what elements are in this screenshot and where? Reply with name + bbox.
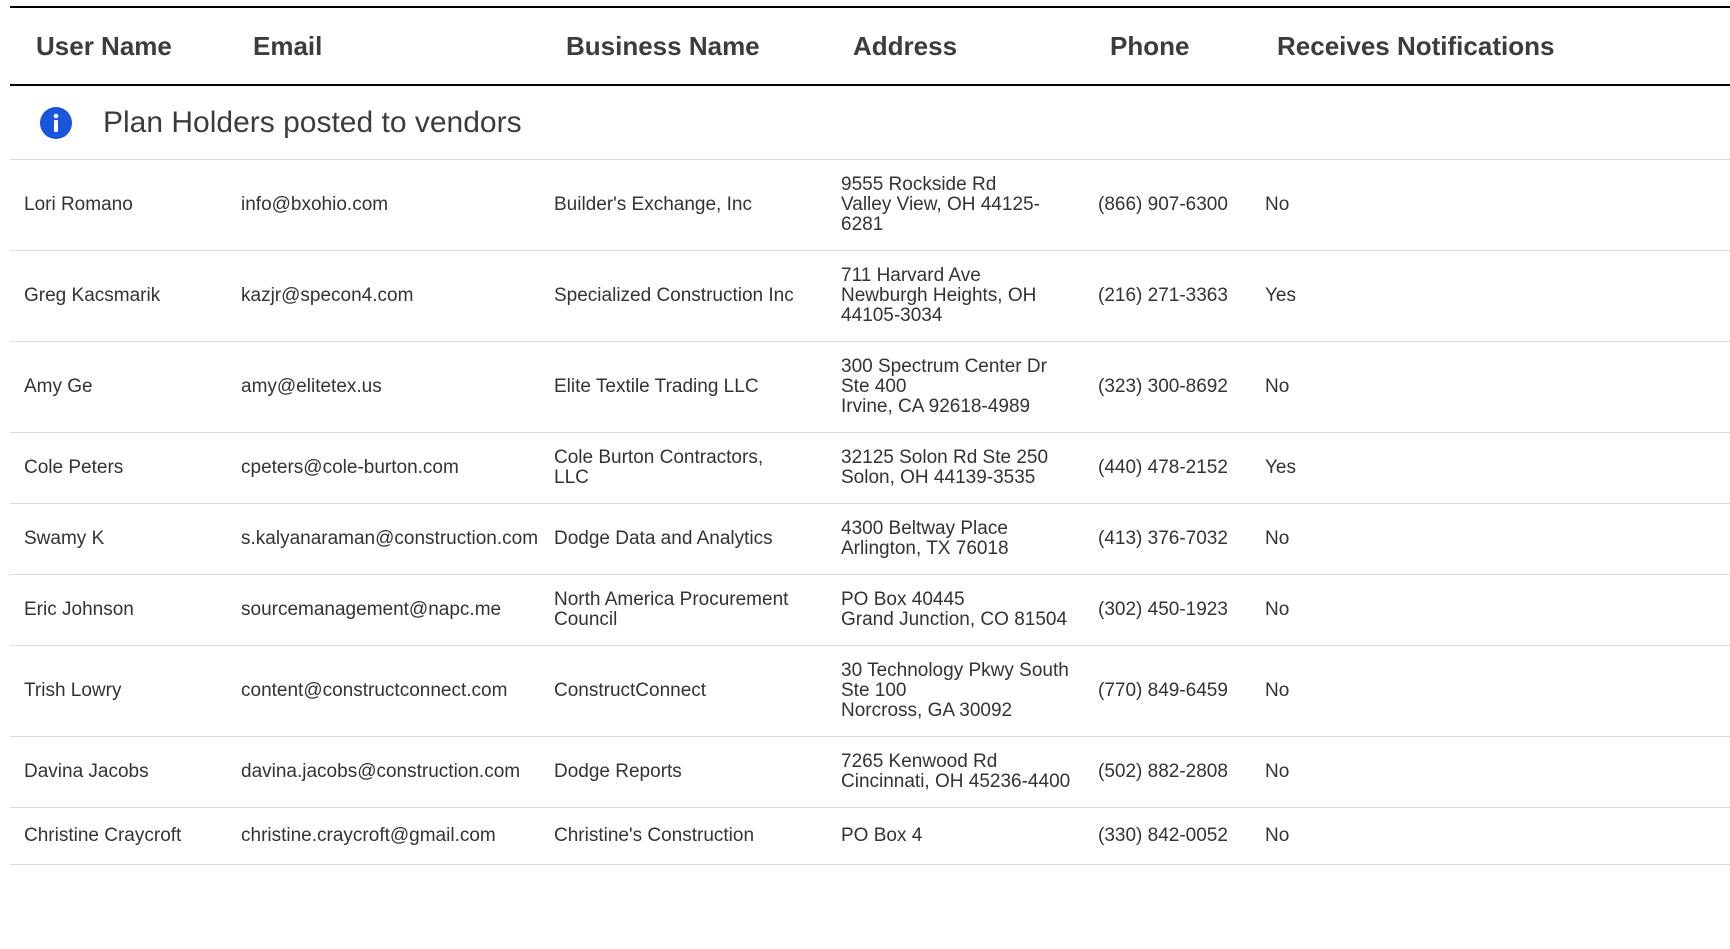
info-icon: [40, 106, 72, 139]
address-line: 6281: [841, 214, 884, 235]
cell-email: info@bxohio.com: [227, 159, 540, 251]
cell-address: PO Box 40445 Grand Junction, CO 81504: [827, 574, 1084, 646]
address-line: Newburgh Heights, OH: [841, 285, 1037, 306]
cell-receives-notifications: No: [1251, 645, 1730, 737]
cell-phone: (866) 907-6300: [1084, 159, 1251, 251]
table-row: Lori Romano info@bxohio.com Builder's Exch…: [10, 159, 1730, 251]
table-header: User Name Email Business Name Address Ph…: [10, 8, 1730, 86]
address-line: Irvine, CA 92618-4989: [841, 396, 1031, 417]
cell-phone: (323) 300-8692: [1084, 341, 1251, 433]
cell-phone: (302) 450-1923: [1084, 574, 1251, 646]
address-line: Ste 400: [841, 376, 907, 397]
cell-phone: (216) 271-3363: [1084, 250, 1251, 342]
cell-receives-notifications: Yes: [1251, 432, 1730, 504]
cell-email: cpeters@cole-burton.com: [227, 432, 540, 504]
cell-phone: (502) 882-2808: [1084, 736, 1251, 808]
cell-email: amy@elitetex.us: [227, 341, 540, 433]
address-line: PO Box 40445: [841, 589, 965, 610]
cell-receives-notifications: No: [1251, 341, 1730, 433]
cell-address: 4300 Beltway Place Arlington, TX 76018: [827, 503, 1084, 575]
cell-user-name: Cole Peters: [10, 432, 227, 504]
cell-address: PO Box 4: [827, 807, 1084, 865]
cell-email: davina.jacobs@construction.com: [227, 736, 540, 808]
cell-user-name: Swamy K: [10, 503, 227, 575]
address-line: 44105-3034: [841, 305, 943, 326]
column-header-address[interactable]: Address: [827, 8, 1084, 86]
table-row: Davina Jacobs davina.jacobs@construction.…: [10, 736, 1730, 808]
cell-email: kazjr@specon4.com: [227, 250, 540, 342]
cell-user-name: Greg Kacsmarik: [10, 250, 227, 342]
address-line: Valley View, OH 44125-: [841, 194, 1040, 215]
address-line: 9555 Rockside Rd: [841, 174, 997, 195]
cell-address: 711 Harvard Ave Newburgh Heights, OH 44105…: [827, 250, 1084, 342]
address-line: 711 Harvard Ave: [841, 265, 981, 286]
address-line: 300 Spectrum Center Dr: [841, 356, 1047, 377]
cell-business-name: Dodge Data and Analytics: [540, 503, 827, 575]
cell-business-name: Christine's Construction: [540, 807, 827, 865]
cell-address: 30 Technology Pkwy South Ste 100 Norcross,…: [827, 645, 1084, 737]
column-header-business-name[interactable]: Business Name: [540, 8, 827, 86]
cell-user-name: Davina Jacobs: [10, 736, 227, 808]
cell-phone: (330) 842-0052: [1084, 807, 1251, 865]
cell-receives-notifications: No: [1251, 503, 1730, 575]
cell-receives-notifications: Yes: [1251, 250, 1730, 342]
cell-receives-notifications: No: [1251, 736, 1730, 808]
column-header-email[interactable]: Email: [227, 8, 540, 86]
cell-email: christine.craycroft@gmail.com: [227, 807, 540, 865]
address-line: Cincinnati, OH 45236-4400: [841, 771, 1071, 792]
cell-business-name: Specialized Construction Inc: [540, 250, 827, 342]
table-row: Christine Craycroft christine.craycroft@g…: [10, 807, 1730, 865]
cell-business-name: Cole Burton Contractors, LLC: [540, 432, 827, 504]
table-row: Eric Johnson sourcemanagement@napc.me Nort…: [10, 574, 1730, 646]
plan-holders-table: User Name Email Business Name Address Ph…: [10, 8, 1730, 865]
address-line: 32125 Solon Rd Ste 250: [841, 447, 1049, 468]
section-label: Plan Holders posted to vendors: [103, 105, 522, 139]
table-row: Cole Peters cpeters@cole-burton.com Cole B…: [10, 432, 1730, 504]
cell-phone: (440) 478-2152: [1084, 432, 1251, 504]
cell-user-name: Lori Romano: [10, 159, 227, 251]
cell-address: 300 Spectrum Center Dr Ste 400 Irvine, CA …: [827, 341, 1084, 433]
cell-user-name: Christine Craycroft: [10, 807, 227, 865]
table-row: Swamy Ks.kalyanaraman@construction.com Do…: [10, 503, 1730, 575]
section-header: Plan Holders posted to vendors: [10, 86, 1730, 159]
address-line: 7265 Kenwood Rd: [841, 751, 998, 772]
cell-phone: (413) 376-7032: [1084, 503, 1251, 575]
cell-address: 32125 Solon Rd Ste 250 Solon, OH 44139-35…: [827, 432, 1084, 504]
cell-email: content@constructconnect.com: [227, 645, 540, 737]
table-row: Trish Lowry content@constructconnect.com C…: [10, 645, 1730, 737]
address-line: Solon, OH 44139-3535: [841, 467, 1036, 488]
address-line: PO Box 4: [841, 825, 923, 846]
cell-business-name: Elite Textile Trading LLC: [540, 341, 827, 433]
cell-user-name: Amy Ge: [10, 341, 227, 433]
table-row: Greg Kacsmarik kazjr@specon4.com Specializ…: [10, 250, 1730, 342]
cell-business-name: Dodge Reports: [540, 736, 827, 808]
cell-business-name: ConstructConnect: [540, 645, 827, 737]
cell-email: s.kalyanaraman@construction.com: [227, 503, 540, 575]
column-header-receives-notifications[interactable]: Receives Notifications: [1251, 8, 1730, 86]
column-header-user-name[interactable]: User Name: [10, 8, 227, 86]
address-line: 30 Technology Pkwy South: [841, 660, 1069, 681]
column-header-phone[interactable]: Phone: [1084, 8, 1251, 86]
address-line: 4300 Beltway Place: [841, 518, 1008, 539]
table-body: Plan Holders posted to vendors Lori Roma…: [10, 85, 1730, 865]
cell-phone: (770) 849-6459: [1084, 645, 1251, 737]
address-line: Ste 100: [841, 680, 907, 701]
address-line: Arlington, TX 76018: [841, 538, 1009, 559]
cell-email: sourcemanagement@napc.me: [227, 574, 540, 646]
cell-receives-notifications: No: [1251, 574, 1730, 646]
cell-business-name: North America Procurement Council: [540, 574, 827, 646]
cell-business-name: Builder's Exchange, Inc: [540, 159, 827, 251]
cell-address: 9555 Rockside Rd Valley View, OH 44125- 62…: [827, 159, 1084, 251]
cell-address: 7265 Kenwood Rd Cincinnati, OH 45236-4400: [827, 736, 1084, 808]
cell-receives-notifications: No: [1251, 807, 1730, 865]
address-line: Norcross, GA 30092: [841, 700, 1013, 721]
section-header-row: Plan Holders posted to vendors: [10, 85, 1730, 160]
plan-holders-page: User Name Email Business Name Address Ph…: [0, 0, 1730, 949]
address-line: Grand Junction, CO 81504: [841, 609, 1068, 630]
cell-user-name: Trish Lowry: [10, 645, 227, 737]
cell-receives-notifications: No: [1251, 159, 1730, 251]
cell-user-name: Eric Johnson: [10, 574, 227, 646]
table-row: Amy Ge amy@elitetex.us Elite Textile Tradi…: [10, 341, 1730, 433]
